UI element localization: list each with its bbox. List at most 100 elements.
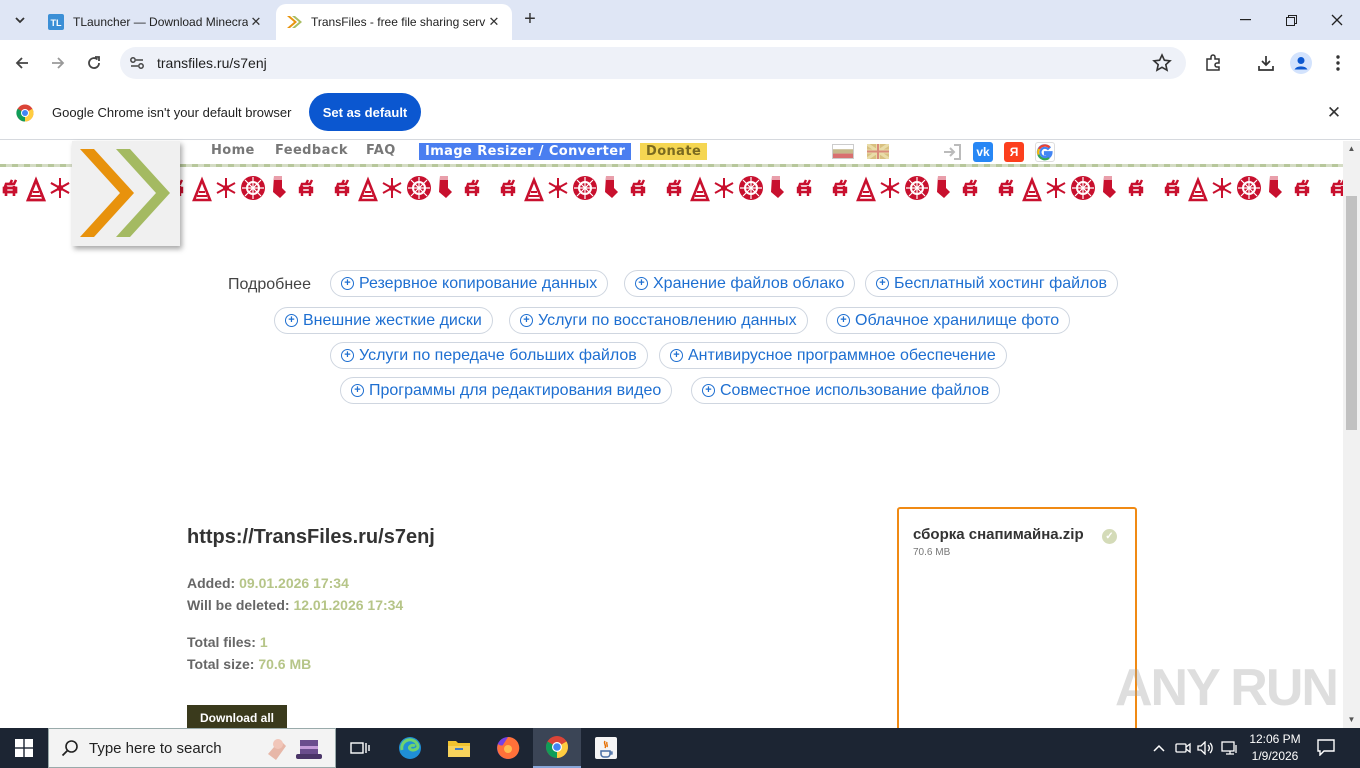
notification-center-button[interactable]	[1316, 738, 1340, 758]
chevron-up-icon	[1153, 744, 1165, 752]
file-explorer-taskbar-app[interactable]	[435, 728, 483, 768]
close-icon[interactable]: ✕	[486, 14, 502, 30]
chrome-logo-icon	[16, 104, 34, 122]
tag-label: Облачное хранилище фото	[855, 311, 1060, 329]
check-icon: ✓	[1102, 529, 1117, 544]
total-size-label: Total size:	[187, 656, 255, 672]
kebab-menu-icon	[1336, 55, 1340, 71]
tag-pill[interactable]: + Совместное использование файлов	[691, 377, 1001, 404]
transfiles-icon	[287, 16, 302, 28]
tab-tlauncher[interactable]: TL TLauncher — Download Minecraft ✕	[38, 4, 274, 40]
tag-pill[interactable]: + Программы для редактирования видео	[340, 377, 673, 404]
nav-feedback-link[interactable]: Feedback	[275, 143, 348, 158]
christmas-garland	[2, 175, 1343, 202]
tag-label: Услуги по передаче больших файлов	[359, 346, 637, 364]
menu-button[interactable]	[1327, 52, 1349, 74]
plus-circle-icon: +	[520, 314, 533, 327]
task-view-button[interactable]	[336, 728, 384, 768]
puzzle-icon	[1206, 54, 1220, 71]
network-status-icon[interactable]	[1174, 738, 1192, 758]
flag-uk-icon[interactable]	[867, 144, 889, 159]
extensions-button[interactable]	[1202, 52, 1224, 74]
address-bar[interactable]	[120, 47, 1186, 79]
download-icon	[1258, 56, 1274, 71]
tag-pill[interactable]: + Внешние жесткие диски	[274, 307, 493, 334]
tag-label: Бесплатный хостинг файлов	[894, 274, 1108, 292]
vk-login-icon[interactable]: vk	[973, 142, 993, 162]
taskbar-search[interactable]: Type here to search	[48, 728, 336, 768]
login-icon[interactable]	[942, 144, 962, 160]
added-label: Added:	[187, 575, 236, 591]
flag-ru-icon[interactable]	[832, 144, 854, 159]
minimize-button[interactable]	[1222, 0, 1268, 40]
new-tab-button[interactable]: +	[518, 8, 542, 32]
tab-search-button[interactable]	[8, 8, 32, 32]
set-as-default-button[interactable]: Set as default	[309, 93, 421, 131]
start-button[interactable]	[0, 728, 48, 768]
forward-button[interactable]	[44, 49, 72, 77]
tab-transfiles[interactable]: TransFiles - free file sharing service ✕	[276, 4, 512, 40]
url-text[interactable]: transfiles.ru/s7enj	[157, 55, 267, 71]
site-settings-icon[interactable]	[128, 54, 146, 72]
arrow-right-icon	[52, 57, 65, 69]
tag-pill[interactable]: + Облачное хранилище фото	[826, 307, 1071, 334]
infobar-message: Google Chrome isn't your default browser	[52, 105, 292, 120]
scroll-down-icon[interactable]: ▼	[1343, 713, 1360, 727]
tlauncher-icon: TL	[48, 14, 64, 30]
tag-pill[interactable]: + Бесплатный хостинг файлов	[865, 270, 1119, 297]
plus-circle-icon: +	[285, 314, 298, 327]
restore-button[interactable]	[1268, 0, 1314, 40]
infobar-close-icon[interactable]: ✕	[1324, 104, 1344, 124]
firefox-icon	[497, 736, 520, 759]
nav-home-link[interactable]: Home	[211, 143, 255, 158]
yandex-login-icon[interactable]: Я	[1004, 142, 1024, 162]
tray-overflow-icon[interactable]	[1150, 738, 1168, 758]
windows-logo-icon	[15, 739, 33, 757]
google-login-icon[interactable]	[1035, 142, 1055, 162]
scroll-up-icon[interactable]: ▲	[1343, 142, 1360, 156]
file-name[interactable]: сборка снапимайна.zip	[913, 526, 1084, 543]
profile-button[interactable]	[1290, 52, 1312, 74]
tag-pill[interactable]: + Резервное копирование данных	[330, 270, 609, 297]
ime-icon[interactable]	[1221, 738, 1239, 758]
tag-pill[interactable]: + Хранение файлов облако	[624, 270, 856, 297]
java-icon	[595, 737, 617, 759]
bookmark-star-icon[interactable]	[1152, 53, 1172, 73]
tab-title: TransFiles - free file sharing service	[311, 15, 486, 29]
nav-image-resizer-link[interactable]: Image Resizer / Converter	[419, 143, 632, 160]
downloads-button[interactable]	[1255, 52, 1277, 74]
site-logo[interactable]	[72, 141, 180, 246]
tag-label: Резервное копирование данных	[359, 274, 598, 292]
tags-label: Подробнее	[228, 276, 311, 293]
plus-circle-icon: +	[635, 277, 648, 290]
close-window-button[interactable]	[1314, 0, 1360, 40]
taskbar-clock[interactable]: 12:06 PM 1/9/2026	[1246, 731, 1304, 765]
file-size: 70.6 MB	[913, 547, 951, 558]
reload-icon	[88, 56, 100, 69]
nav-donate-link[interactable]: Donate	[640, 143, 708, 160]
google-g-icon	[1036, 144, 1053, 161]
tag-label: Совместное использование файлов	[720, 381, 990, 399]
share-url[interactable]: https://TransFiles.ru/s7enj	[187, 526, 435, 549]
transfiles-logo-icon	[80, 149, 170, 237]
plus-circle-icon: +	[702, 384, 715, 397]
firefox-taskbar-app[interactable]	[484, 728, 532, 768]
back-button[interactable]	[8, 49, 36, 77]
reload-button[interactable]	[80, 49, 108, 77]
tag-pill[interactable]: + Услуги по передаче больших файлов	[330, 342, 648, 369]
volume-icon[interactable]	[1197, 738, 1215, 758]
close-icon[interactable]: ✕	[248, 14, 264, 30]
edge-taskbar-app[interactable]	[386, 728, 434, 768]
chrome-icon	[546, 736, 568, 758]
clock-date: 1/9/2026	[1251, 749, 1299, 763]
chrome-taskbar-app[interactable]	[533, 728, 581, 768]
nav-faq-link[interactable]: FAQ	[366, 143, 396, 158]
total-size-value: 70.6 MB	[258, 656, 312, 672]
folder-icon	[448, 741, 470, 757]
tag-pill[interactable]: + Услуги по восстановлению данных	[509, 307, 808, 334]
anyrun-watermark: ANY RUN	[1115, 659, 1339, 717]
tag-pill[interactable]: + Антивирусное программное обеспечение	[659, 342, 1007, 369]
garland-rope	[0, 164, 1343, 167]
scrollbar-thumb[interactable]	[1346, 196, 1357, 430]
java-taskbar-app[interactable]	[582, 728, 630, 768]
